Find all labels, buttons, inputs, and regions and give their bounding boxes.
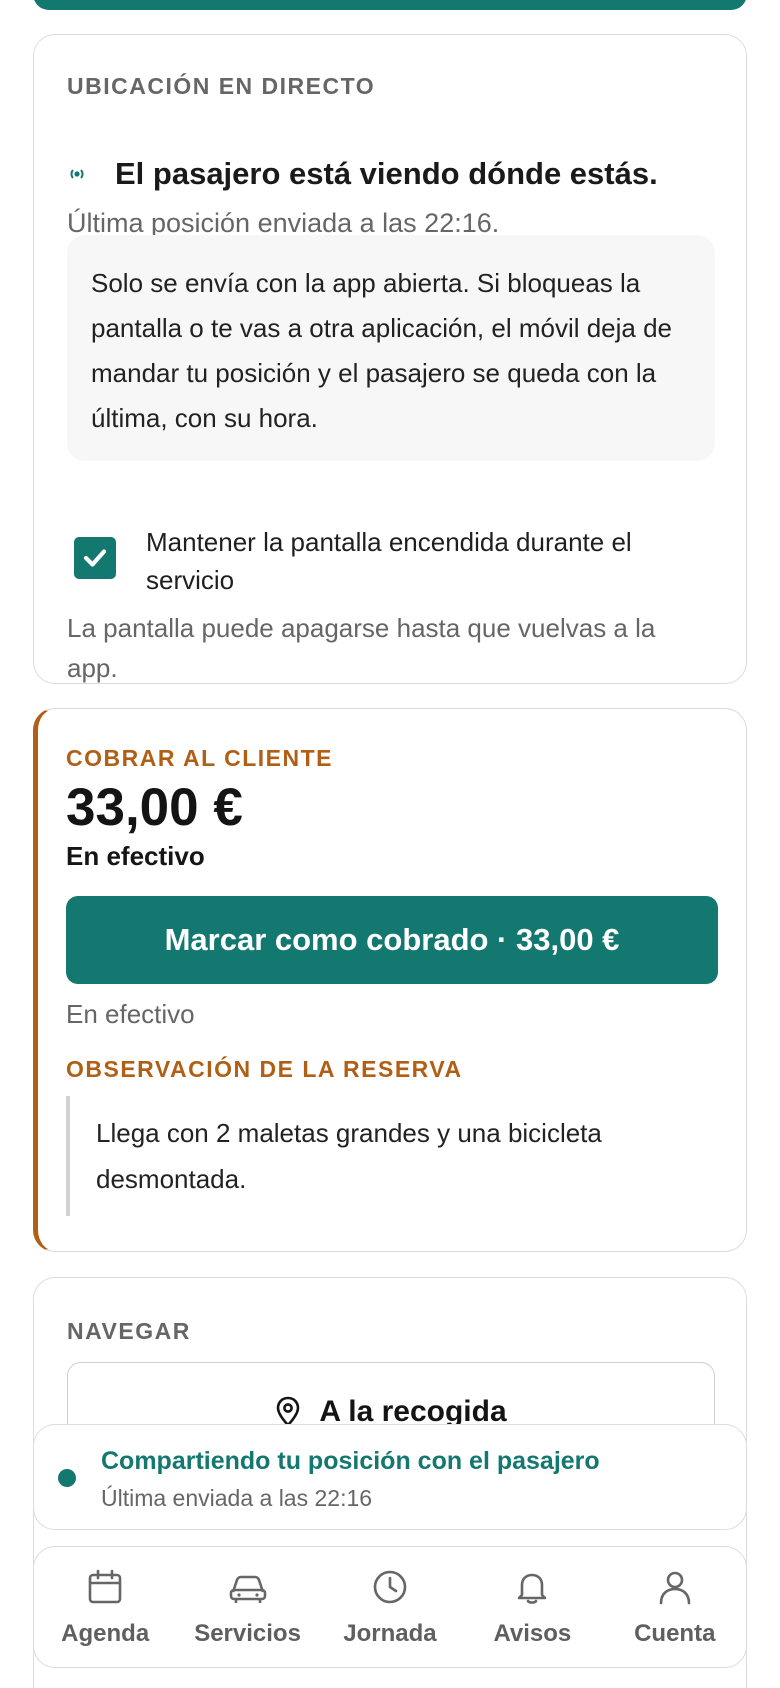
keep-screen-note: La pantalla puede apagarse hasta que vue… (67, 613, 656, 683)
clock-icon (371, 1566, 409, 1608)
payment-card: COBRAR AL CLIENTE 33,00 € En efectivo Ma… (33, 708, 747, 1252)
car-icon (228, 1566, 268, 1608)
live-headline: El pasajero está viendo dónde estás. (115, 156, 658, 191)
live-section-title: UBICACIÓN EN DIRECTO (67, 73, 376, 99)
calendar-icon (86, 1566, 124, 1608)
mark-as-paid-button[interactable]: Marcar como cobrado · 33,00 € (66, 896, 718, 984)
sharing-location-toast: Compartiendo tu posición con el pasajero… (33, 1424, 747, 1530)
nav-item-avisos[interactable]: Avisos (462, 1566, 602, 1648)
live-location-card: UBICACIÓN EN DIRECTO El pasajero está vi… (33, 34, 747, 684)
observation-title: OBSERVACIÓN DE LA RESERVA (66, 1056, 463, 1082)
keep-screen-checkbox[interactable] (74, 537, 116, 579)
toast-subtitle: Última enviada a las 22:16 (101, 1485, 373, 1511)
sharing-status-dot (58, 1469, 76, 1487)
keep-screen-row[interactable]: Mantener la pantalla encendida durante e… (74, 523, 706, 599)
nav-item-cuenta[interactable]: Cuenta (605, 1566, 745, 1648)
user-icon (656, 1566, 694, 1608)
payment-method: En efectivo (66, 841, 205, 871)
navigate-section-title: NAVEGAR (67, 1318, 191, 1344)
nav-item-agenda[interactable]: Agenda (35, 1566, 175, 1648)
toast-title: Compartiendo tu posición con el pasajero (101, 1447, 600, 1475)
observation-text: Llega con 2 maletas grandes y una bicicl… (66, 1096, 686, 1216)
bottom-navigation: Agenda Servicios Jornada Avisos Cuenta (33, 1546, 747, 1668)
payment-method-sub: En efectivo (66, 999, 195, 1029)
nav-label-cuenta: Cuenta (634, 1620, 716, 1647)
nav-label-agenda: Agenda (61, 1620, 150, 1647)
payment-amount: 33,00 € (66, 778, 243, 837)
nav-item-servicios[interactable]: Servicios (178, 1566, 318, 1648)
nav-item-jornada[interactable]: Jornada (320, 1566, 460, 1648)
live-status-row: El pasajero está viendo dónde estás. (67, 156, 658, 192)
check-icon (83, 549, 107, 567)
broadcast-icon (67, 163, 107, 185)
previous-card-edge (33, 0, 747, 10)
live-info-box: Solo se envía con la app abierta. Si blo… (67, 235, 715, 461)
nav-label-avisos: Avisos (493, 1620, 572, 1647)
keep-screen-label: Mantener la pantalla encendida durante e… (146, 527, 632, 595)
payment-section-title: COBRAR AL CLIENTE (66, 745, 333, 771)
nav-label-jornada: Jornada (343, 1620, 437, 1647)
bell-icon (513, 1566, 551, 1608)
nav-label-servicios: Servicios (194, 1620, 301, 1647)
